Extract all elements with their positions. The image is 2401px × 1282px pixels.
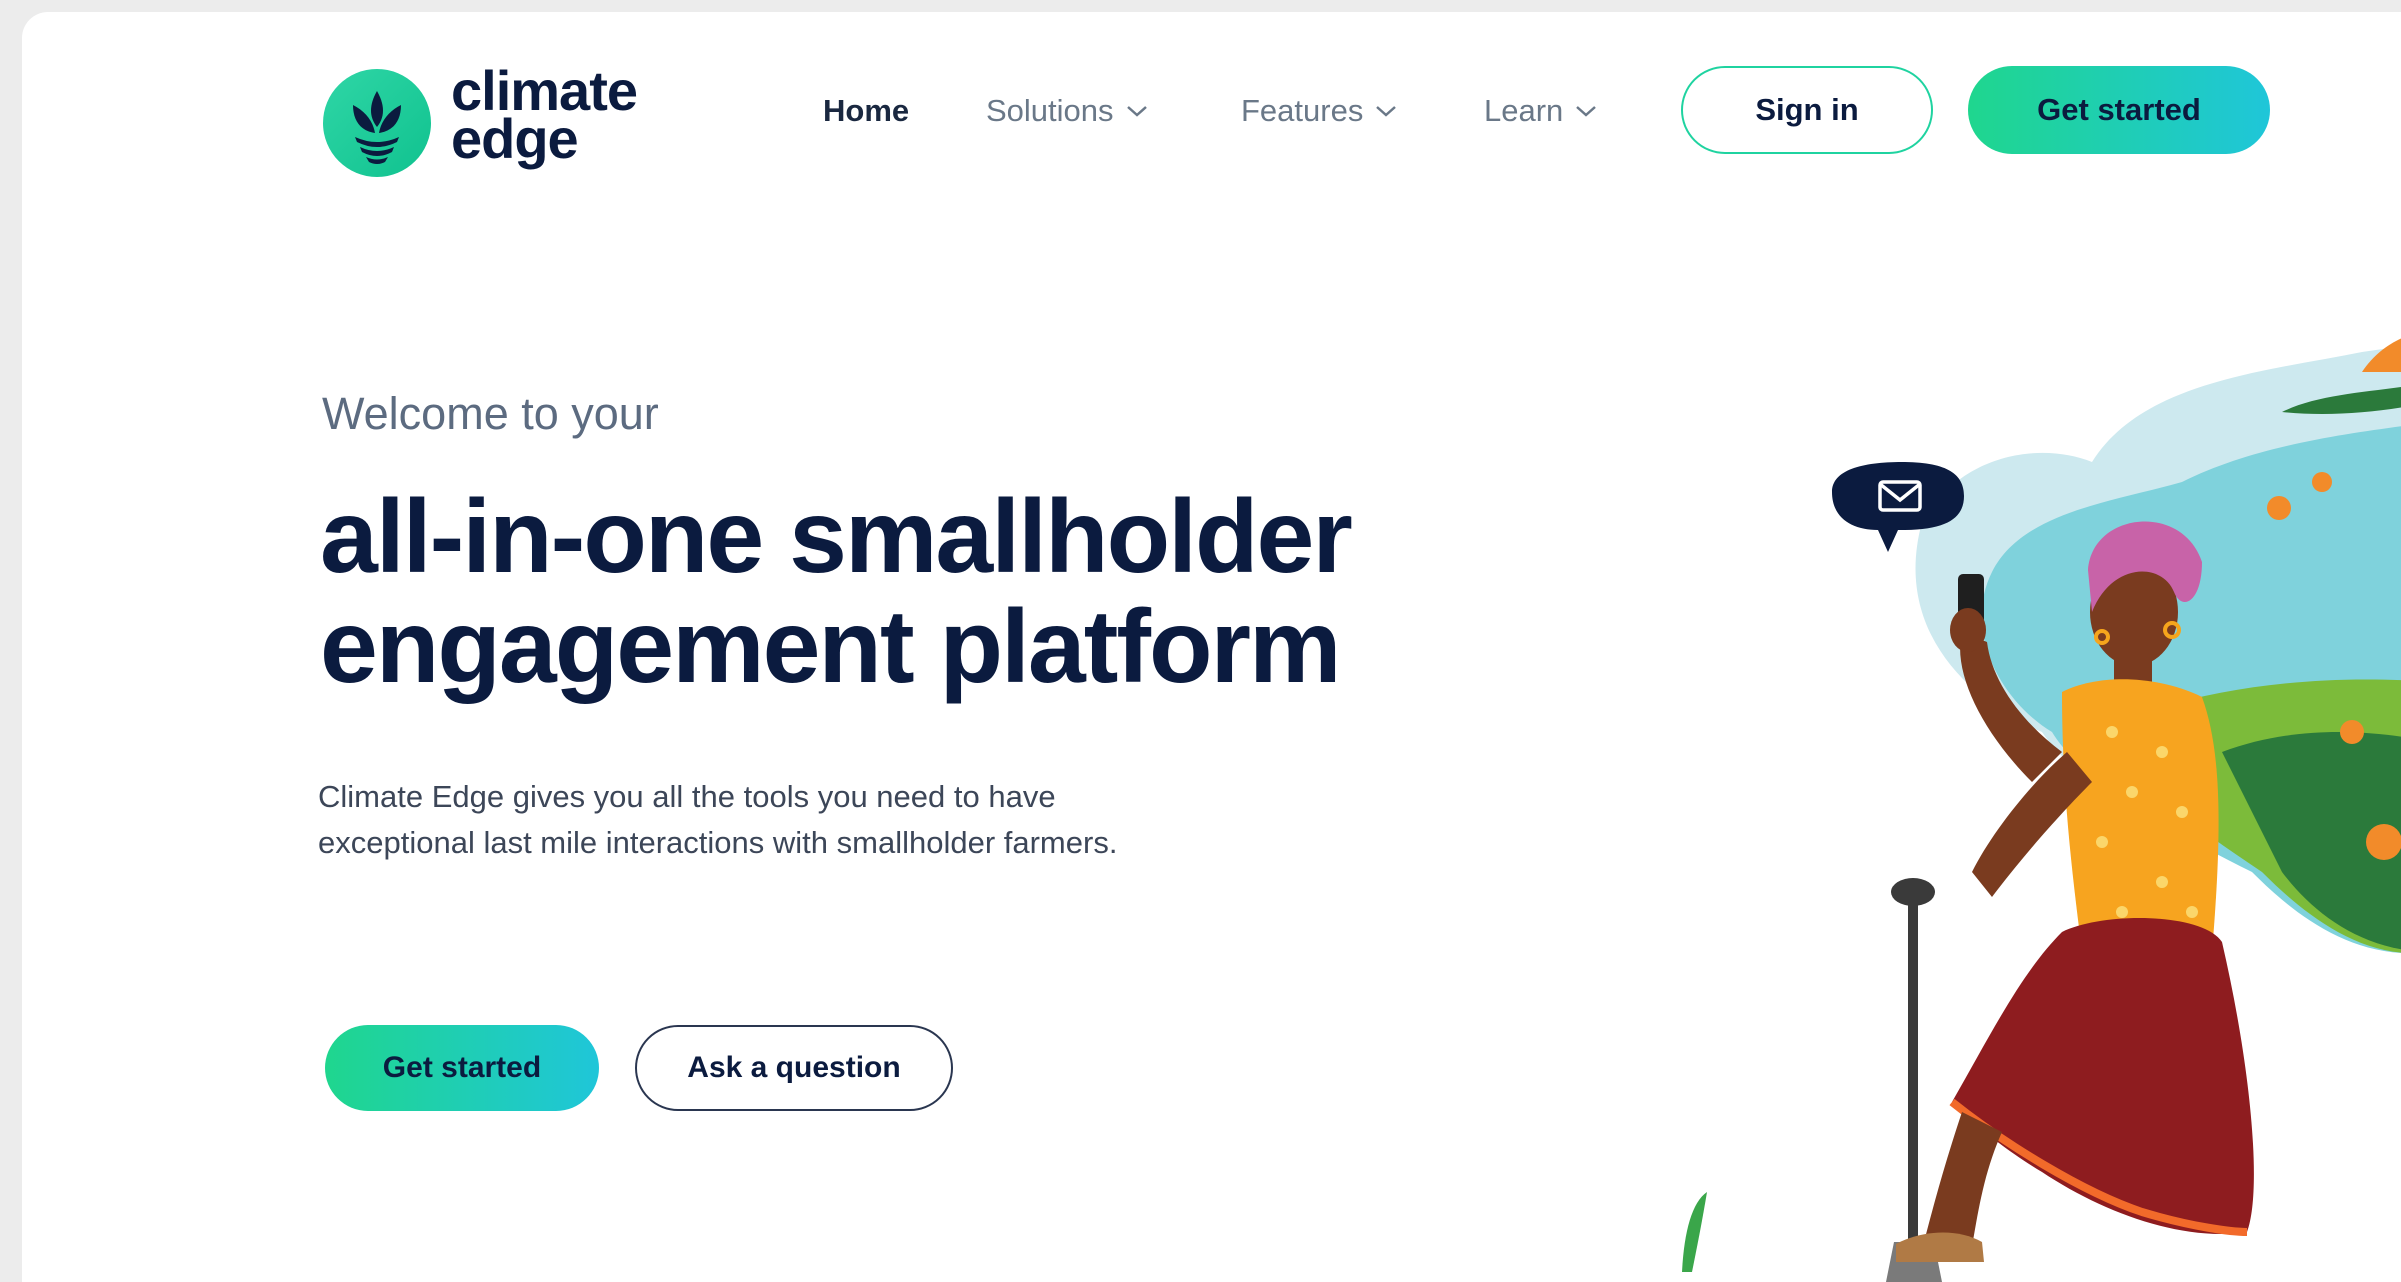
chevron-down-icon	[1126, 106, 1147, 117]
brand-line2: edge	[451, 107, 579, 170]
nav-home[interactable]: Home	[823, 86, 909, 136]
sign-in-button[interactable]: Sign in	[1681, 66, 1933, 154]
hero-description: Climate Edge gives you all the tools you…	[318, 774, 1318, 866]
hero-get-started-button[interactable]: Get started	[325, 1025, 599, 1111]
plant-logo-icon	[323, 69, 431, 177]
nav-solutions-label: Solutions	[986, 93, 1114, 128]
nav-learn-label: Learn	[1484, 93, 1564, 128]
farmer-illustration	[1682, 338, 2401, 1282]
hero-headline-line2: engagement platform	[320, 589, 1341, 705]
nav-features[interactable]: Features	[1241, 86, 1397, 136]
hero-desc-line2: exceptional last mile interactions with …	[318, 825, 1118, 860]
hero-headline: all-in-one smallholder engagement platfo…	[320, 482, 1620, 702]
nav-home-label: Home	[823, 93, 910, 128]
nav-learn[interactable]: Learn	[1484, 86, 1597, 136]
hero-headline-line1: all-in-one smallholder	[320, 479, 1353, 595]
brand-logo[interactable]: climate edge	[323, 57, 693, 187]
chevron-down-icon	[1576, 106, 1597, 117]
brand-wordmark: climate edge	[451, 63, 638, 170]
nav-solutions[interactable]: Solutions	[986, 86, 1148, 136]
page-frame: climate edge Home Solutions Features Lea…	[22, 12, 2401, 1282]
hero-welcome: Welcome to your	[322, 388, 659, 439]
ask-question-button[interactable]: Ask a question	[635, 1025, 953, 1111]
nav-features-label: Features	[1241, 93, 1364, 128]
chevron-down-icon	[1376, 106, 1397, 117]
hero-desc-line1: Climate Edge gives you all the tools you…	[318, 779, 1056, 814]
header-get-started-button[interactable]: Get started	[1968, 66, 2270, 154]
